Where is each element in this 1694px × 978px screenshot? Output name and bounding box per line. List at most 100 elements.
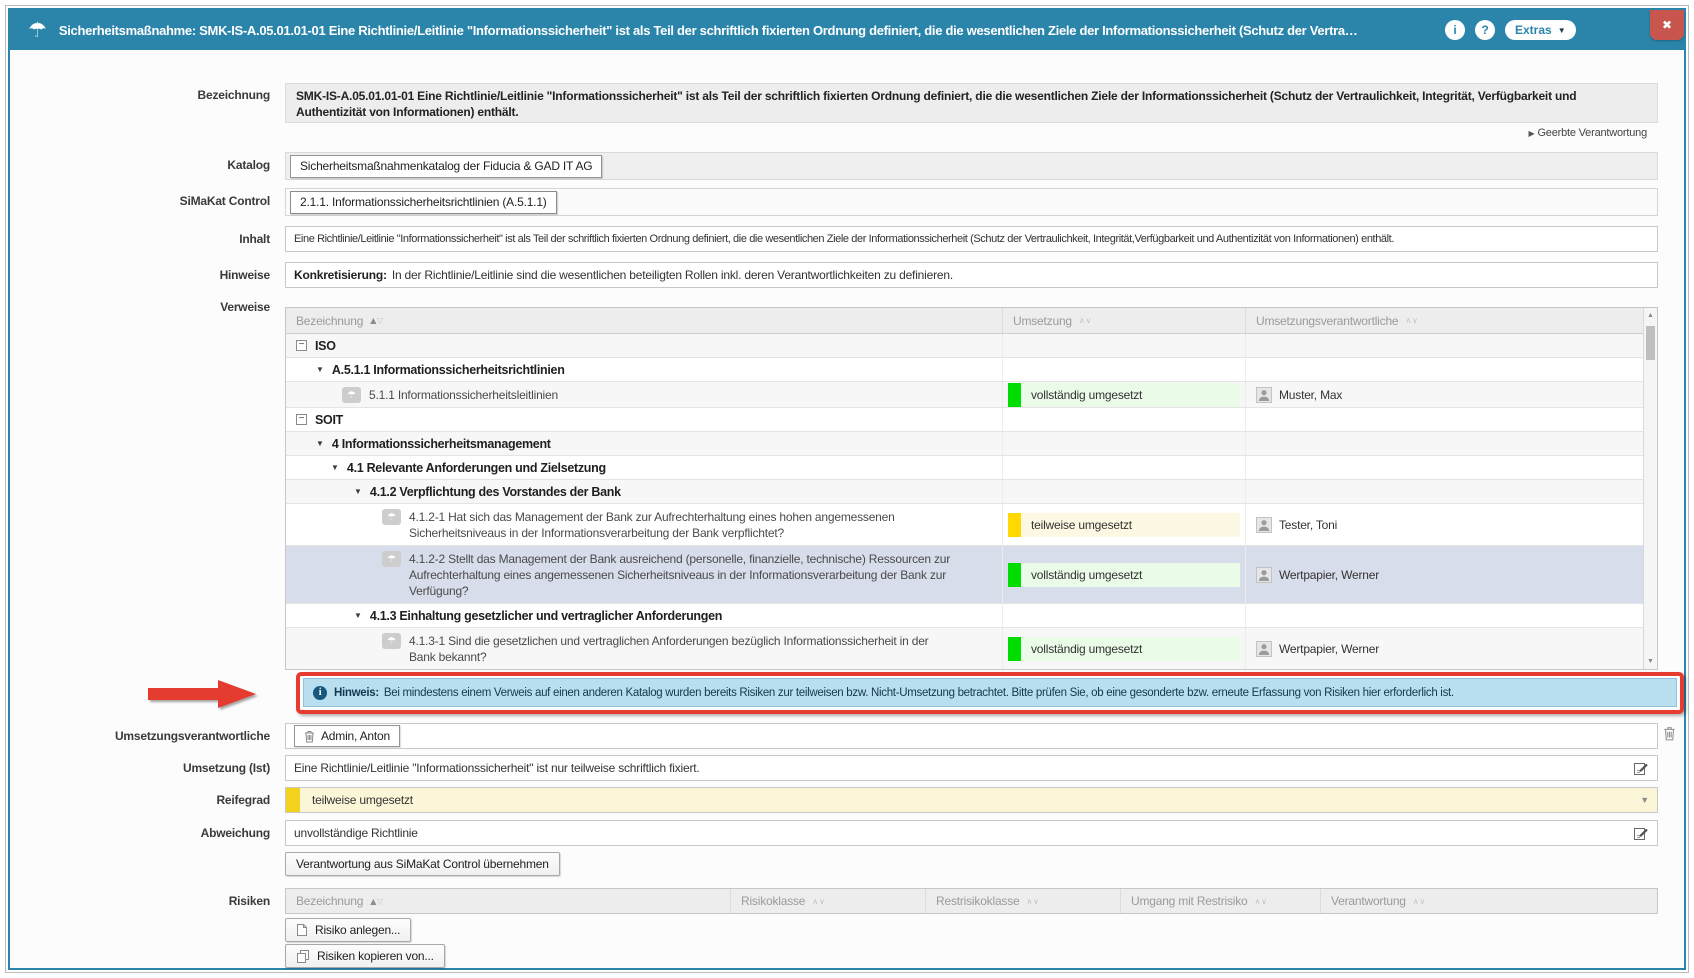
tree-leaf-row[interactable]: ☂4.1.3-1 Sind die gesetzlichen und vertr… — [286, 628, 1657, 670]
measure-icon: ☂ — [382, 509, 401, 525]
sort-desc-icon[interactable]: ▽ — [377, 316, 383, 325]
hinweis-infobox: i Hinweis: Bei mindestens einem Verweis … — [303, 678, 1677, 707]
column-header[interactable]: Bezeichnung▲▽ — [286, 889, 731, 913]
responsible-person: Wertpapier, Werner — [1279, 642, 1379, 656]
bezeichnung-cell: ☂4.1.2-1 Hat sich das Management der Ban… — [286, 504, 1003, 545]
tree-leaf-row[interactable]: ☂5.1.1 Informationssicherheitsleitlinien… — [286, 382, 1657, 408]
column-header[interactable]: Umsetzungsverantwortliche∧∨ — [1246, 308, 1645, 333]
tree-leaf-row[interactable]: ☂4.1.2-2 Stellt das Management der Bank … — [286, 546, 1657, 604]
help-button[interactable]: ? — [1475, 20, 1495, 40]
status-color-bar — [1008, 563, 1021, 587]
sort-desc-icon[interactable]: ∨ — [1261, 897, 1267, 906]
umsetzung-ist-field[interactable]: Eine Richtlinie/Leitlinie "Informationss… — [285, 755, 1658, 781]
edit-icon — [1633, 760, 1649, 776]
umsetzung-cell — [1003, 432, 1246, 455]
umsetzung-cell — [1003, 408, 1246, 431]
tree-group-row[interactable]: ▼A.5.1.1 Informationssicherheitsrichtlin… — [286, 358, 1657, 382]
new-document-icon — [296, 923, 308, 937]
collapse-icon[interactable]: − — [296, 340, 307, 351]
column-header[interactable]: Umgang mit Restrisiko∧∨ — [1121, 889, 1321, 913]
annotation-arrow — [148, 679, 258, 709]
triangle-right-icon: ▶ — [1529, 129, 1535, 138]
verantwortliche-cell — [1246, 358, 1631, 381]
close-button[interactable]: ✖ — [1650, 10, 1684, 40]
scroll-up-icon[interactable]: ▲ — [1644, 312, 1657, 319]
status-text: vollständig umgesetzt — [1021, 637, 1240, 661]
verantwortliche-cell — [1246, 408, 1631, 431]
expand-toggle-icon[interactable]: ▼ — [354, 487, 362, 496]
risiko-anlegen-button[interactable]: Risiko anlegen... — [285, 918, 411, 942]
vertical-scrollbar[interactable]: ▲ ▼ — [1643, 308, 1657, 669]
info-button[interactable]: i — [1445, 20, 1465, 40]
abweichung-field[interactable]: unvollständige Richtlinie — [285, 820, 1658, 846]
sort-asc-icon[interactable]: ∧ — [1413, 897, 1419, 906]
tree-leaf-label: 5.1.1 Informationssicherheitsleitlinien — [369, 387, 558, 403]
tree-group-row[interactable]: ▼ 4.1.3 Einhaltung gesetzlicher und vertr… — [286, 604, 1657, 628]
verweise-table: Bezeichnung▲▽Umsetzung∧∨Umsetzungsverant… — [285, 307, 1658, 670]
verweise-label: Verweise — [15, 300, 270, 314]
chevron-down-icon[interactable]: ▼ — [1640, 795, 1657, 805]
sort-asc-icon[interactable]: ▲ — [370, 897, 376, 906]
reifegrad-field[interactable]: teilweise umgesetzt ▼ — [285, 787, 1658, 813]
expand-toggle-icon[interactable]: ▼ — [354, 611, 362, 620]
remove-person-button[interactable] — [1663, 726, 1676, 746]
sort-asc-icon[interactable]: ∧ — [1027, 897, 1033, 906]
katalog-button[interactable]: Sicherheitsmaßnahmenkatalog der Fiducia … — [290, 155, 602, 178]
person-icon — [1256, 567, 1272, 583]
geerbte-verantwortung-link[interactable]: ▶Geerbte Verantwortung — [285, 127, 1647, 139]
sort-desc-icon[interactable]: ∨ — [1086, 316, 1092, 325]
expand-toggle-icon[interactable]: ▼ — [331, 463, 339, 472]
sort-desc-icon[interactable]: ∨ — [1419, 897, 1425, 906]
column-header[interactable]: Umsetzung∧∨ — [1003, 308, 1246, 333]
bezeichnung-cell: −ISO — [286, 334, 1003, 357]
reifegrad-label: Reifegrad — [15, 793, 270, 807]
extras-button[interactable]: Extras ▼ — [1505, 20, 1576, 40]
status-color-bar — [1008, 637, 1021, 661]
bezeichnung-cell: ▼ 4.1.3 Einhaltung gesetzlicher und vertr… — [286, 604, 1003, 627]
tree-leaf-row[interactable]: ☂4.1.2-1 Hat sich das Management der Ban… — [286, 504, 1657, 546]
tree-group-row[interactable]: ▼ 4.1 Relevante Anforderungen und Zielset… — [286, 456, 1657, 480]
column-header[interactable]: Bezeichnung▲▽ — [286, 308, 1003, 333]
expand-toggle-icon[interactable]: ▼ — [316, 365, 324, 374]
collapse-icon[interactable]: − — [296, 414, 307, 425]
sort-asc-icon[interactable]: ▲ — [370, 316, 376, 325]
tree-group-row[interactable]: ▼4 Informationssicherheitsmanagement — [286, 432, 1657, 456]
tree-group-row[interactable]: ▼4.1.2 Verpflichtung des Vorstandes der … — [286, 480, 1657, 504]
risiken-kopieren-button[interactable]: Risiken kopieren von... — [285, 944, 445, 968]
scrollbar-thumb[interactable] — [1646, 326, 1655, 360]
tree-group-label: 4.1.3 Einhaltung gesetzlicher und vertra… — [370, 609, 722, 623]
tree-group-label: 4.1 Relevante Anforderungen und Zielsetz… — [347, 461, 606, 475]
verantwortliche-cell — [1246, 456, 1631, 479]
verantwortung-uebernehmen-button[interactable]: Verantwortung aus SiMaKat Control überne… — [285, 852, 560, 876]
annotation-arrow-shape — [148, 680, 256, 708]
sort-desc-icon[interactable]: ∨ — [1412, 316, 1418, 325]
umsetzungsverantwortliche-field[interactable]: Admin, Anton — [285, 723, 1658, 749]
inhalt-label: Inhalt — [15, 232, 270, 246]
person-icon — [1256, 517, 1272, 533]
sort-asc-icon[interactable]: ∧ — [812, 897, 818, 906]
sort-asc-icon[interactable]: ∧ — [1079, 316, 1085, 325]
column-header[interactable]: Risikoklasse∧∨ — [731, 889, 926, 913]
expand-toggle-icon[interactable]: ▼ — [316, 439, 324, 448]
edit-button[interactable] — [1633, 760, 1649, 776]
simakat-control-button[interactable]: 2.1.1. Informationssicherheitsrichtlinie… — [290, 191, 557, 214]
titlebar-actions: i ? Extras ▼ — [1445, 10, 1624, 50]
bezeichnung-cell: ☂4.1.3-1 Sind die gesetzlichen und vertr… — [286, 628, 1003, 669]
sort-desc-icon[interactable]: ∨ — [819, 897, 825, 906]
measure-icon: ☂ — [382, 633, 401, 649]
trash-icon — [304, 730, 315, 743]
column-header[interactable]: Verantwortung∧∨ — [1321, 889, 1657, 913]
sort-asc-icon[interactable]: ∧ — [1405, 316, 1411, 325]
tree-group-row[interactable]: −ISO — [286, 334, 1657, 358]
scroll-down-icon[interactable]: ▼ — [1644, 658, 1657, 665]
sort-desc-icon[interactable]: ▽ — [377, 897, 383, 906]
tree-group-row[interactable]: −SOIT — [286, 408, 1657, 432]
risiken-table-header: Bezeichnung▲▽Risikoklasse∧∨Restrisikokla… — [285, 888, 1658, 914]
person-chip[interactable]: Admin, Anton — [294, 725, 400, 747]
column-header[interactable]: Restrisikoklasse∧∨ — [926, 889, 1121, 913]
sort-asc-icon[interactable]: ∧ — [1255, 897, 1261, 906]
status-color-bar — [1008, 383, 1021, 407]
edit-button[interactable] — [1633, 825, 1649, 841]
hinweise-field: Konkretisierung: In der Richtlinie/Leitl… — [285, 262, 1658, 288]
sort-desc-icon[interactable]: ∨ — [1033, 897, 1039, 906]
